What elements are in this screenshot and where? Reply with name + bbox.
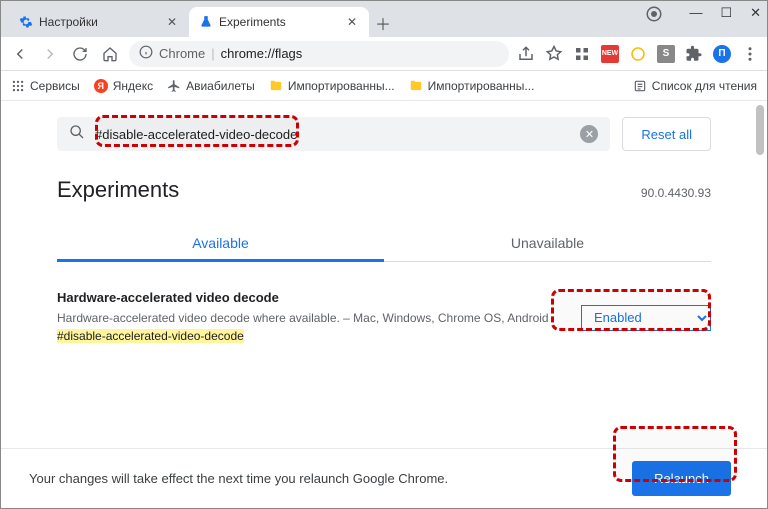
reading-list-label: Список для чтения <box>652 79 757 93</box>
back-button[interactable] <box>9 43 31 65</box>
bookmarks-bar: Сервисы Я Яндекс Авиабилеты Импортирован… <box>1 71 767 101</box>
bookmark-services[interactable]: Сервисы <box>11 79 80 93</box>
scrollbar-thumb[interactable] <box>756 105 764 155</box>
browser-toolbar: Chrome | chrome://flags NEW S П <box>1 37 767 71</box>
profile-avatar[interactable]: П <box>713 45 731 63</box>
tab-unavailable[interactable]: Unavailable <box>384 225 711 261</box>
browser-tab-strip: Настройки ✕ Experiments ✕ ＋ — ☐ ✕ <box>1 1 767 37</box>
reset-all-button[interactable]: Reset all <box>622 117 711 151</box>
url-scheme: Chrome <box>159 46 205 61</box>
page-content: ✕ Reset all Experiments 90.0.4430.93 Ava… <box>1 101 767 508</box>
flag-state-select[interactable]: Enabled <box>581 305 711 331</box>
browser-tab-settings[interactable]: Настройки ✕ <box>9 7 189 37</box>
forward-button[interactable] <box>39 43 61 65</box>
plane-icon <box>167 79 181 93</box>
flag-hash-link[interactable]: #disable-accelerated-video-decode <box>57 329 244 343</box>
apps-icon <box>11 79 25 93</box>
tab-label: Available <box>192 235 249 251</box>
extension-icon[interactable] <box>629 45 647 63</box>
minimize-button[interactable]: — <box>689 5 702 26</box>
reload-button[interactable] <box>69 43 91 65</box>
yandex-icon: Я <box>94 79 108 93</box>
gear-icon <box>19 15 33 29</box>
extension-icon[interactable] <box>573 45 591 63</box>
flag-description: Hardware-accelerated video decode where … <box>57 309 561 345</box>
relaunch-label: Relaunch <box>654 471 709 486</box>
home-button[interactable] <box>99 43 121 65</box>
bookmark-aviatickets[interactable]: Авиабилеты <box>167 79 255 93</box>
flag-item: Hardware-accelerated video decode Hardwa… <box>57 290 711 345</box>
flask-icon <box>199 15 213 29</box>
address-bar[interactable]: Chrome | chrome://flags <box>129 41 509 67</box>
folder-icon <box>409 79 423 93</box>
relaunch-footer: Your changes will take effect the next t… <box>1 448 767 508</box>
bookmark-label: Импортированны... <box>428 79 535 93</box>
clear-search-icon[interactable]: ✕ <box>580 125 598 143</box>
close-icon[interactable]: ✕ <box>345 15 359 29</box>
maximize-button[interactable]: ☐ <box>720 5 732 26</box>
reset-label: Reset all <box>641 127 692 142</box>
tab-label: Unavailable <box>511 235 584 251</box>
close-icon[interactable]: ✕ <box>165 15 179 29</box>
bookmark-folder[interactable]: Импортированны... <box>409 79 535 93</box>
tab-title: Experiments <box>219 15 345 29</box>
tab-available[interactable]: Available <box>57 225 384 261</box>
page-title: Experiments <box>57 177 179 203</box>
flags-search-input[interactable] <box>95 127 570 142</box>
list-icon <box>633 79 647 93</box>
menu-icon[interactable] <box>741 45 759 63</box>
chrome-version: 90.0.4430.93 <box>641 186 711 200</box>
flags-search-box[interactable]: ✕ <box>57 117 610 151</box>
tab-title: Настройки <box>39 15 165 29</box>
share-icon[interactable] <box>517 45 535 63</box>
account-icon[interactable] <box>645 5 663 26</box>
bookmark-label: Сервисы <box>30 79 80 93</box>
new-tab-button[interactable]: ＋ <box>369 9 397 37</box>
search-icon <box>69 124 85 145</box>
bookmark-folder[interactable]: Импортированны... <box>269 79 395 93</box>
bookmark-label: Яндекс <box>113 79 153 93</box>
footer-message: Your changes will take effect the next t… <box>29 471 448 486</box>
bookmark-star-icon[interactable] <box>545 45 563 63</box>
bookmark-label: Импортированны... <box>288 79 395 93</box>
reading-list-button[interactable]: Список для чтения <box>633 79 757 93</box>
browser-tab-experiments[interactable]: Experiments ✕ <box>189 7 369 37</box>
close-button[interactable]: ✕ <box>750 5 761 26</box>
bookmark-yandex[interactable]: Я Яндекс <box>94 79 153 93</box>
extensions-puzzle-icon[interactable] <box>685 45 703 63</box>
relaunch-button[interactable]: Relaunch <box>632 461 731 496</box>
bookmark-label: Авиабилеты <box>186 79 255 93</box>
flag-title: Hardware-accelerated video decode <box>57 290 561 305</box>
site-info-icon[interactable] <box>139 45 153 62</box>
extension-icon[interactable]: S <box>657 45 675 63</box>
folder-icon <box>269 79 283 93</box>
url-path: chrome://flags <box>221 46 303 61</box>
extension-new-icon[interactable]: NEW <box>601 45 619 63</box>
